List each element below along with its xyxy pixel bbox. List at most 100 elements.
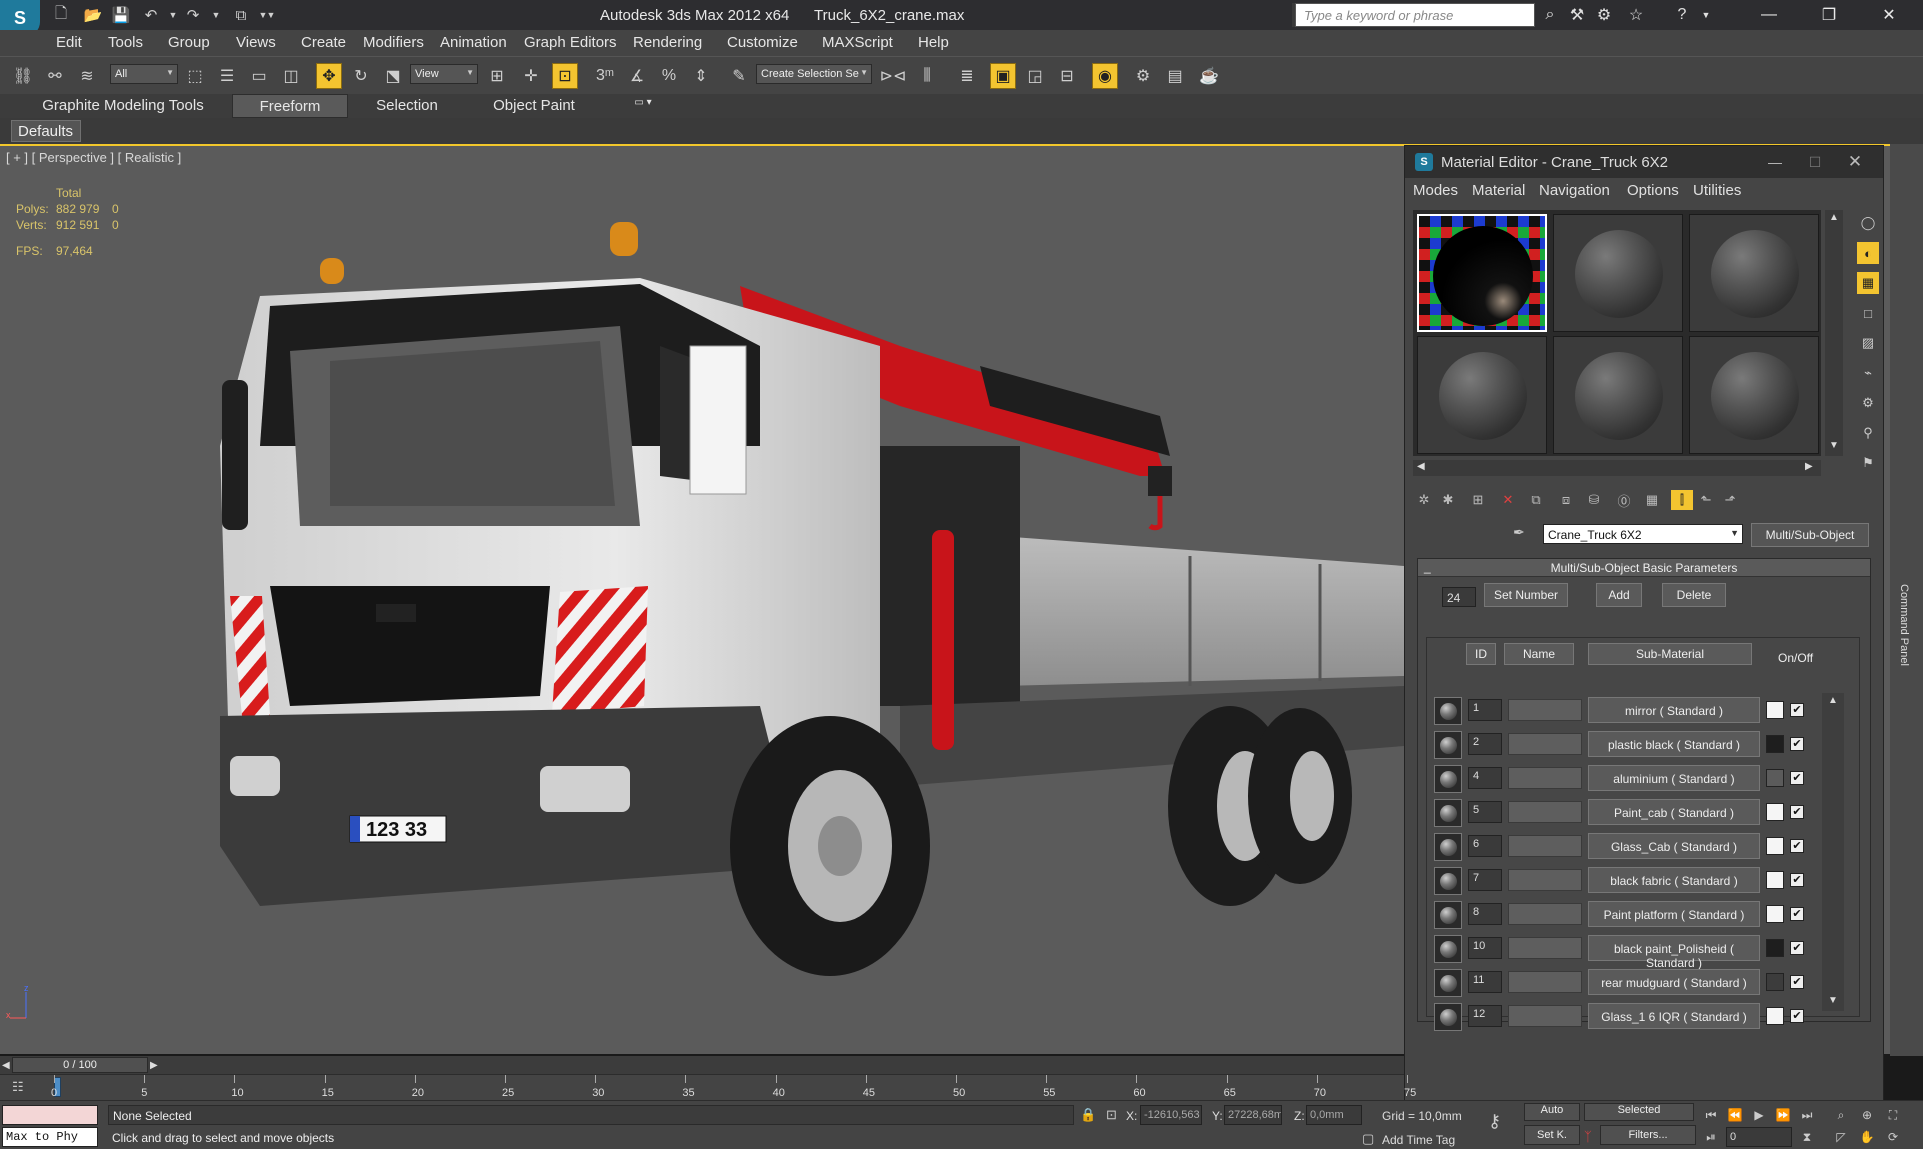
editor-maximize-icon[interactable]: ☐ xyxy=(1795,150,1835,174)
prev-frame-icon[interactable]: ◀ xyxy=(2,1060,10,1071)
menu-tools[interactable]: Tools xyxy=(108,34,143,51)
submaterial-preview-icon[interactable] xyxy=(1434,867,1462,895)
graphite-toggle-icon[interactable]: ▣ xyxy=(990,63,1016,89)
orbit-icon[interactable]: ⟳ xyxy=(1882,1127,1904,1147)
track-bar-toggle-icon[interactable]: ☷ xyxy=(12,1079,24,1095)
submaterial-name-field[interactable] xyxy=(1508,869,1582,891)
window-crossing-icon[interactable]: ◫ xyxy=(278,63,304,89)
zoom-extents-icon[interactable]: ⛶ xyxy=(1882,1105,1904,1125)
submaterial-id-field[interactable]: 4 xyxy=(1468,767,1502,789)
command-panel-strip[interactable]: Command Panel xyxy=(1890,144,1923,1056)
sort-by-id-button[interactable]: ID xyxy=(1466,643,1496,665)
tab-object-paint[interactable]: Object Paint xyxy=(482,94,586,118)
next-frame-icon[interactable]: ▶ xyxy=(150,1060,158,1071)
tab-graphite-modeling-tools[interactable]: Graphite Modeling Tools xyxy=(34,94,212,118)
pick-material-eyedropper-icon[interactable]: ✒ xyxy=(1513,524,1525,541)
select-and-rotate-icon[interactable]: ↻ xyxy=(348,63,374,89)
previous-key-icon[interactable]: ⏪ xyxy=(1724,1105,1746,1125)
subscription-icon[interactable]: ⚒ xyxy=(1565,4,1589,26)
submaterial-name-field[interactable] xyxy=(1508,971,1582,993)
binoculars-icon[interactable]: ⌕ xyxy=(1538,4,1562,26)
submaterial-id-field[interactable]: 11 xyxy=(1468,971,1502,993)
menu-navigation[interactable]: Navigation xyxy=(1539,182,1610,199)
submaterial-on-checkbox[interactable]: ✔ xyxy=(1790,805,1804,819)
set-key-mode-icon[interactable]: ⚷ xyxy=(1488,1111,1501,1132)
y-coordinate-field[interactable]: 27228,68m xyxy=(1224,1105,1282,1125)
key-filter-icon[interactable]: ᛉ xyxy=(1584,1129,1592,1144)
material-editor-titlebar[interactable]: S Material Editor - Crane_Truck 6X2 — ☐ … xyxy=(1405,146,1883,178)
add-button[interactable]: Add xyxy=(1596,583,1642,607)
submaterial-button[interactable]: aluminium ( Standard ) xyxy=(1588,765,1760,791)
submaterial-button[interactable]: plastic black ( Standard ) xyxy=(1588,731,1760,757)
submaterial-color-swatch[interactable] xyxy=(1766,837,1784,855)
video-color-check-icon[interactable]: ▨ xyxy=(1857,332,1879,354)
submaterial-preview-icon[interactable] xyxy=(1434,731,1462,759)
spinner-snap-icon[interactable]: ⇕ xyxy=(688,63,714,89)
menu-material[interactable]: Material xyxy=(1472,182,1525,199)
put-to-scene-icon[interactable]: ✱ xyxy=(1437,490,1459,510)
select-by-name-icon[interactable]: ☰ xyxy=(214,63,240,89)
rendered-frame-window-icon[interactable]: ▤ xyxy=(1162,63,1188,89)
submaterial-color-swatch[interactable] xyxy=(1766,803,1784,821)
close-icon[interactable]: ✕ xyxy=(1866,0,1912,30)
add-time-tag[interactable]: Add Time Tag xyxy=(1382,1133,1455,1147)
submaterial-on-checkbox[interactable]: ✔ xyxy=(1790,907,1804,921)
put-to-library-icon[interactable]: ⛁ xyxy=(1583,490,1605,510)
submaterial-preview-icon[interactable] xyxy=(1434,935,1462,963)
go-to-start-icon[interactable]: ⏮ xyxy=(1700,1105,1722,1125)
snaps-toggle-icon[interactable]: 3ᵐ xyxy=(592,63,618,89)
submaterial-preview-icon[interactable] xyxy=(1434,969,1462,997)
align-icon[interactable]: ⫼ xyxy=(914,63,940,89)
get-material-icon[interactable]: ✲ xyxy=(1413,490,1435,510)
submaterial-preview-icon[interactable] xyxy=(1434,765,1462,793)
named-selection-dropdown[interactable]: Create Selection Se xyxy=(756,64,872,84)
submaterial-color-swatch[interactable] xyxy=(1766,905,1784,923)
render-setup-icon[interactable]: ⚙ xyxy=(1130,63,1156,89)
material-navigator-icon[interactable]: ⚑ xyxy=(1857,452,1879,474)
time-tag-icon[interactable]: ▢ xyxy=(1362,1131,1374,1147)
angle-snap-icon[interactable]: ∡ xyxy=(624,63,650,89)
quick-access-menu-icon[interactable]: ▼ xyxy=(260,4,282,26)
viewport-label[interactable]: [ + ] [ Perspective ] [ Realistic ] xyxy=(6,150,181,165)
select-and-scale-icon[interactable]: ⬔ xyxy=(380,63,406,89)
unlink-icon[interactable]: ⚯ xyxy=(42,63,68,89)
pan-view-icon[interactable]: ✋ xyxy=(1856,1127,1878,1147)
submaterial-name-field[interactable] xyxy=(1508,733,1582,755)
sample-slot-4[interactable] xyxy=(1417,336,1547,454)
submaterial-button[interactable]: Glass_Cab ( Standard ) xyxy=(1588,833,1760,859)
help-dropdown-icon[interactable]: ▼ xyxy=(1694,4,1718,26)
select-object-icon[interactable]: ⬚ xyxy=(182,63,208,89)
submaterial-name-field[interactable] xyxy=(1508,903,1582,925)
make-preview-icon[interactable]: ⌁ xyxy=(1857,362,1879,384)
submaterial-button[interactable]: black fabric ( Standard ) xyxy=(1588,867,1760,893)
go-forward-sibling-icon[interactable]: ⬏ xyxy=(1719,490,1741,510)
material-id-channel-icon[interactable]: ⓪ xyxy=(1613,490,1635,510)
curve-editor-icon[interactable]: ◲ xyxy=(1022,63,1048,89)
scroll-down-icon[interactable]: ▼ xyxy=(1829,440,1839,451)
select-manipulate-icon[interactable]: ✛ xyxy=(518,63,544,89)
sort-by-name-button[interactable]: Name xyxy=(1504,643,1574,665)
auto-key-button[interactable]: Auto xyxy=(1524,1103,1580,1121)
editor-close-icon[interactable]: ✕ xyxy=(1835,150,1875,174)
edit-named-selection-icon[interactable]: ✎ xyxy=(726,63,752,89)
pivot-center-icon[interactable]: ⊞ xyxy=(484,63,510,89)
set-number-button[interactable]: Set Number xyxy=(1484,583,1568,607)
submaterial-color-swatch[interactable] xyxy=(1766,871,1784,889)
defaults-button[interactable]: Defaults xyxy=(11,120,81,142)
submaterial-button[interactable]: black paint_Polisheid ( Standard ) xyxy=(1588,935,1760,970)
key-mode-dropdown[interactable]: Selected xyxy=(1584,1103,1694,1121)
selection-filter-dropdown[interactable]: All xyxy=(110,64,178,84)
scroll-up-icon[interactable]: ▲ xyxy=(1828,695,1838,706)
sort-by-submaterial-button[interactable]: Sub-Material xyxy=(1588,643,1752,665)
menu-views[interactable]: Views xyxy=(236,34,276,51)
redo-icon[interactable]: ↷ xyxy=(182,4,204,26)
sample-type-icon[interactable]: ◯ xyxy=(1857,212,1879,234)
zoom-icon[interactable]: ⌕ xyxy=(1830,1105,1852,1125)
ribbon-options-icon[interactable]: ▭ ▾ xyxy=(628,94,658,118)
submaterial-name-field[interactable] xyxy=(1508,699,1582,721)
menu-utilities[interactable]: Utilities xyxy=(1693,182,1741,199)
go-to-parent-icon[interactable]: ⬑ xyxy=(1695,490,1717,510)
submaterial-preview-icon[interactable] xyxy=(1434,1003,1462,1031)
field-of-view-icon[interactable]: ◸ xyxy=(1830,1127,1852,1147)
submaterial-on-checkbox[interactable]: ✔ xyxy=(1790,1009,1804,1023)
